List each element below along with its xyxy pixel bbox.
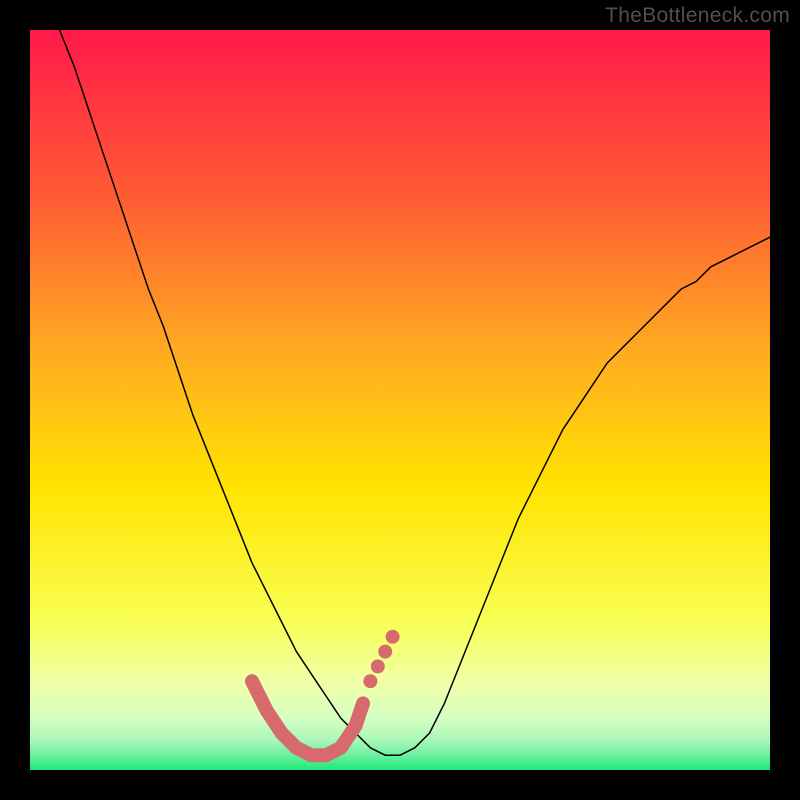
- chart-svg: [30, 30, 770, 770]
- highlight-dot: [371, 659, 385, 673]
- highlight-dot: [363, 674, 377, 688]
- highlight-dot: [378, 645, 392, 659]
- gradient-background: [30, 30, 770, 770]
- chart-plot-area: [30, 30, 770, 770]
- watermark-text: TheBottleneck.com: [605, 4, 790, 28]
- chart-stage: TheBottleneck.com: [0, 0, 800, 800]
- highlight-dot: [386, 630, 400, 644]
